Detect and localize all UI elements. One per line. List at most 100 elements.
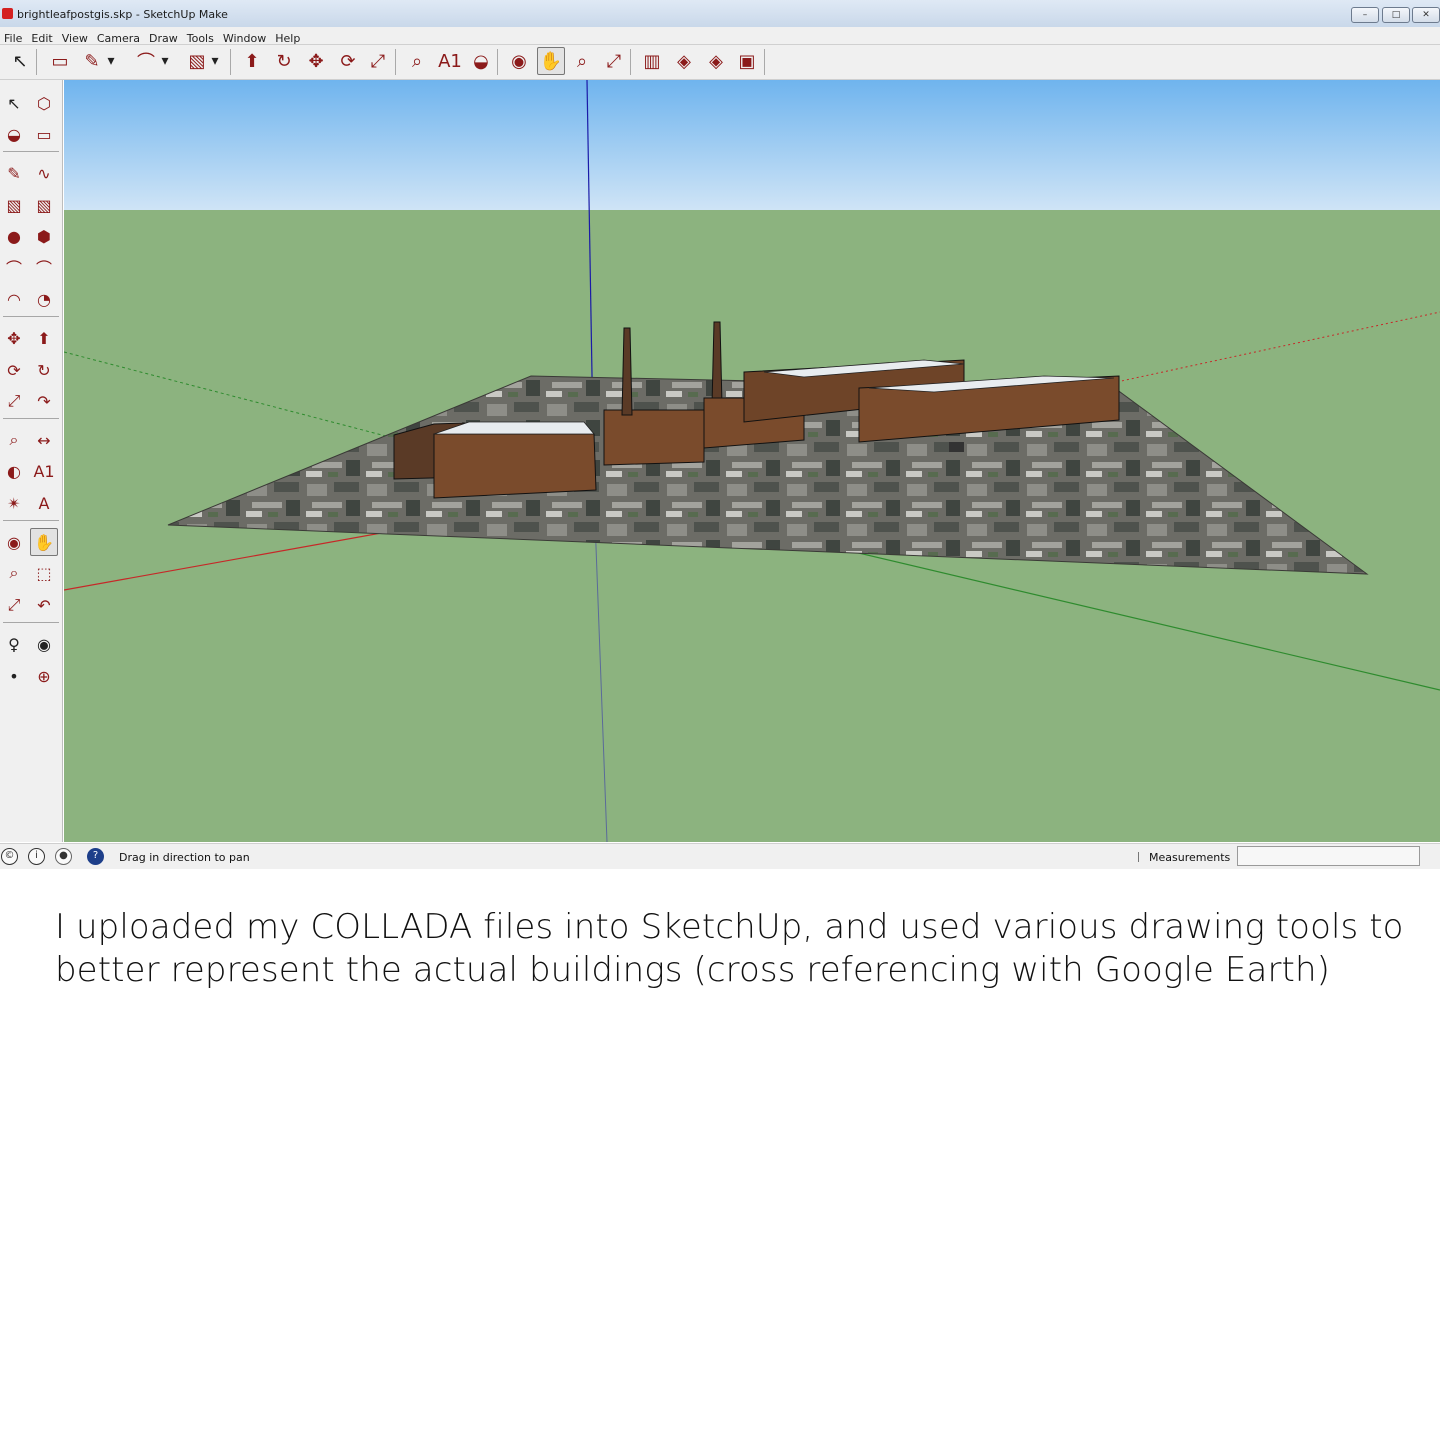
follow-me-tool-icon[interactable]: ↻ (30, 356, 58, 384)
menu-help[interactable]: Help (271, 29, 305, 45)
push-pull-tool-icon[interactable]: ⬆ (238, 47, 266, 75)
pie-tool-icon[interactable]: ◔ (30, 285, 58, 313)
close-button[interactable]: ✕ (1412, 7, 1440, 23)
orbit-tool-icon[interactable]: ◉ (505, 47, 533, 75)
credits-icon[interactable]: © (1, 848, 18, 865)
scale-tool-icon[interactable]: ⤢ (0, 387, 28, 415)
rectangle-tool-icon[interactable]: ▧ (183, 47, 211, 75)
menu-window[interactable]: Window (219, 29, 271, 45)
menu-camera[interactable]: Camera (93, 29, 145, 45)
toolbar-separator (395, 49, 396, 75)
toolbar-separator (230, 49, 231, 75)
smokestack-right (711, 321, 723, 406)
help-icon[interactable]: ? (87, 848, 104, 865)
arc-tool-icon[interactable]: ⌒ (0, 253, 28, 281)
tool-group-separator (3, 316, 59, 317)
position-camera-tool-icon[interactable]: ♀ (0, 630, 28, 658)
push-pull-tool-icon[interactable]: ⬆ (30, 324, 58, 352)
dropdown-tool-icon[interactable]: ▾ (208, 47, 222, 75)
offset-tool-icon[interactable]: ↷ (30, 387, 58, 415)
rotate-tool-icon[interactable]: ⟳ (334, 47, 362, 75)
tool-group-separator (3, 151, 59, 152)
zoom-extents-tool-icon[interactable]: ⤢ (0, 591, 28, 619)
menu-tools[interactable]: Tools (183, 29, 219, 45)
drawing-viewport[interactable] (64, 80, 1440, 842)
menu-bar: File Edit View Camera Draw Tools Window Help (0, 27, 1440, 45)
user-icon[interactable]: ● (55, 848, 72, 865)
orbit-tool-icon[interactable]: ◉ (0, 528, 28, 556)
freehand-tool-icon[interactable]: ∿ (30, 159, 58, 187)
dimension-tool-icon[interactable]: ↔ (30, 426, 58, 454)
paint-bucket-tool-icon[interactable]: ◒ (0, 120, 28, 148)
measurements-label: Measurements (1149, 851, 1231, 864)
2-point-arc-tool-icon[interactable]: ⌒ (30, 253, 58, 281)
axes-tool-icon[interactable]: ✴ (0, 489, 28, 517)
sky (64, 80, 1440, 210)
component-tool-icon[interactable]: ⬡ (30, 89, 58, 117)
protractor-tool-icon[interactable]: ◐ (0, 457, 28, 485)
menu-draw[interactable]: Draw (145, 29, 183, 45)
tape-measure-tool-icon[interactable]: ⌕ (403, 47, 431, 75)
3-point-arc-tool-icon[interactable]: ◠ (0, 285, 28, 313)
dropdown-tool-icon[interactable]: ▾ (104, 47, 118, 75)
move-tool-icon[interactable]: ✥ (302, 47, 330, 75)
rotate-tool-icon[interactable]: ⟳ (0, 356, 28, 384)
zoom-tool-icon[interactable]: ⌕ (0, 559, 28, 587)
pan-tool-icon[interactable]: ✋ (537, 47, 565, 75)
section-plane-tool-icon[interactable]: ⊕ (30, 662, 58, 690)
main-toolbar: ↖ ▭ ✎ ▾ ⌒ ▾ ▧ ▾ ⬆ ↻ ✥ ⟳ ⤢ ⌕ A1 ◒ ◉ ✋ ⌕ ⤢ ▥ ◈ ◈ ▣ (0, 45, 1440, 80)
info-icon[interactable]: i (28, 848, 45, 865)
rectangle-tool-icon[interactable]: ▧ (0, 191, 28, 219)
status-divider (1138, 852, 1139, 862)
building-row-west (433, 433, 597, 499)
text-tool-icon[interactable]: A1 (30, 457, 58, 485)
sketchup-app-icon (2, 8, 13, 19)
select-tool-icon[interactable]: ↖ (6, 47, 34, 75)
eraser-tool-icon[interactable]: ▭ (30, 120, 58, 148)
walk-tool-icon[interactable]: • (0, 662, 28, 690)
dropdown-tool-icon[interactable]: ▾ (158, 47, 172, 75)
components-tool-icon[interactable]: ◈ (670, 47, 698, 75)
text-tool-icon[interactable]: A1 (436, 47, 464, 75)
arc-tool-icon[interactable]: ⌒ (132, 47, 160, 75)
minimize-button[interactable]: – (1351, 7, 1379, 23)
pencil-tool-icon[interactable]: ✎ (78, 47, 106, 75)
building-power-plant (603, 409, 705, 466)
status-message: Drag in direction to pan (119, 851, 250, 864)
tape-measure-tool-icon[interactable]: ⌕ (0, 426, 28, 454)
menu-edit[interactable]: Edit (27, 29, 57, 45)
move-tool-icon[interactable]: ✥ (0, 324, 28, 352)
look-around-tool-icon[interactable]: ◉ (30, 630, 58, 658)
select-tool-icon[interactable]: ↖ (0, 89, 28, 117)
circle-tool-icon[interactable]: ● (0, 222, 28, 250)
tool-group-separator (3, 418, 59, 419)
scale-tool-icon[interactable]: ⤢ (364, 47, 392, 75)
model-scene (64, 80, 1440, 842)
menu-view[interactable]: View (58, 29, 93, 45)
large-tool-set: ↖ ⬡ ◒ ▭ ✎ ∿ ▧ ▧ ● ⬢ ⌒ ⌒ ◠ ◔ ✥ ⬆ ⟳ ↻ ⤢ ↷ ⌕ ↔ ◐ A1 ✴ A ◉ ✋ ⌕ ⬚ ⤢ ↶ ♀ ◉ • ⊕ (0, 80, 63, 842)
polygon-tool-icon[interactable]: ⬢ (30, 222, 58, 250)
title-bar: brightleafpostgis.skp - SketchUp Make – … (0, 0, 1440, 28)
pencil-tool-icon[interactable]: ✎ (0, 159, 28, 187)
send-to-layout-tool-icon[interactable]: ▣ (733, 47, 761, 75)
zoom-tool-icon[interactable]: ⌕ (568, 47, 596, 75)
warehouse-tool-icon[interactable]: ▥ (638, 47, 666, 75)
smokestack-left (621, 327, 633, 416)
toolbar-separator (36, 49, 37, 75)
rotated-rectangle-tool-icon[interactable]: ▧ (30, 191, 58, 219)
menu-file[interactable]: File (0, 29, 27, 45)
zoom-window-tool-icon[interactable]: ⬚ (30, 559, 58, 587)
parking-block (949, 442, 964, 452)
paint-bucket-tool-icon[interactable]: ◒ (467, 47, 495, 75)
toolbar-separator (764, 49, 765, 75)
previous-tool-icon[interactable]: ↶ (30, 591, 58, 619)
3d-text-tool-icon[interactable]: A (30, 489, 58, 517)
extension-warehouse-tool-icon[interactable]: ◈ (702, 47, 730, 75)
eraser-tool-icon[interactable]: ▭ (46, 47, 74, 75)
pan-tool-icon[interactable]: ✋ (30, 528, 58, 556)
measurements-input[interactable] (1237, 846, 1420, 866)
follow-me-tool-icon[interactable]: ↻ (270, 47, 298, 75)
zoom-extents-tool-icon[interactable]: ⤢ (600, 47, 628, 75)
toolbar-separator (497, 49, 498, 75)
maximize-button[interactable]: □ (1382, 7, 1410, 23)
